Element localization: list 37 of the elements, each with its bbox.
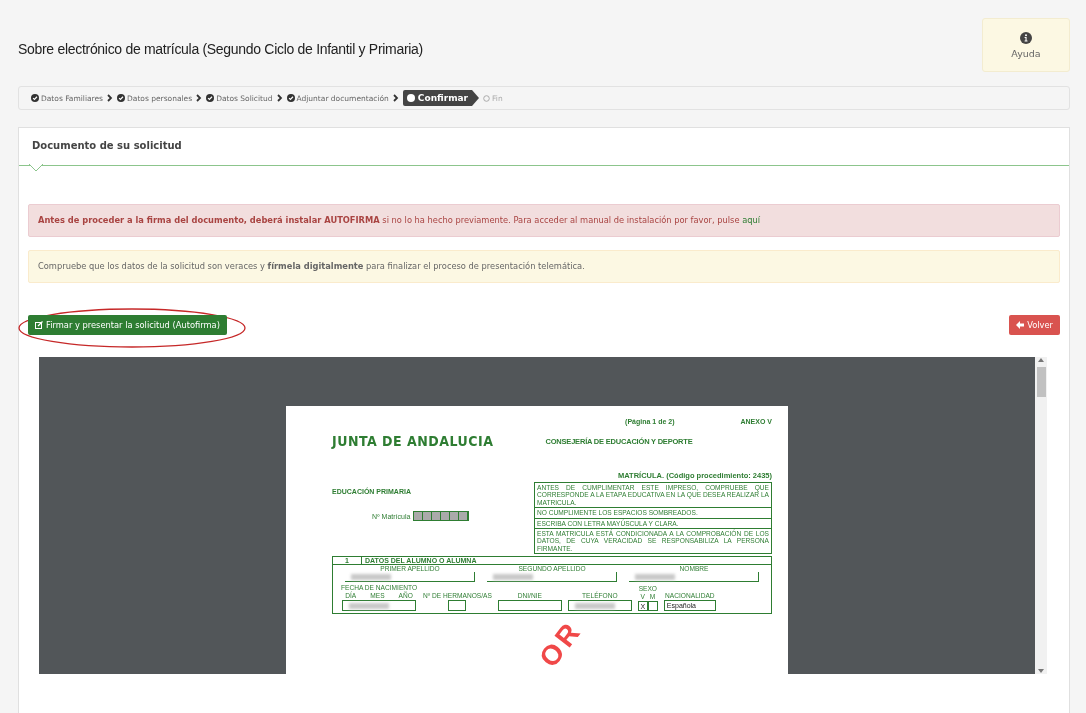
step-arrow [472, 90, 480, 106]
scroll-down-icon[interactable] [1038, 668, 1044, 674]
redacted-text [351, 573, 391, 580]
help-button[interactable]: Ayuda [982, 18, 1070, 72]
heading-pointer [29, 164, 43, 172]
info-icon [1020, 31, 1032, 44]
logo-text: JUNTA DE ANDALUCIA [332, 433, 494, 449]
redacted-text [493, 573, 533, 580]
check-circle-icon [117, 94, 125, 102]
edit-icon [35, 321, 43, 329]
info-alert: Compruebe que los datos de la solicitud son veraces y fírmela digitalmente para finalizar el proceso de presentación telemática. [28, 250, 1060, 283]
circle-icon [406, 94, 415, 102]
scrollbar[interactable] [1035, 357, 1047, 674]
arrow-left-icon [1016, 321, 1025, 329]
check-circle-icon [31, 94, 39, 102]
chevron-right-icon [107, 94, 113, 102]
check-circle-icon [286, 94, 295, 102]
chevron-right-icon [276, 94, 283, 102]
scroll-thumb[interactable] [1036, 367, 1046, 397]
shaded-boxes [413, 511, 470, 521]
page-title: Sobre electrónico de matrícula (Segundo Ciclo de Infantil y Primaria) [18, 41, 423, 57]
redacted-text [574, 602, 615, 609]
back-button[interactable]: Volver [1009, 315, 1060, 335]
sign-button[interactable]: Firmar y presentar la solicitud (Autofirma) [28, 315, 227, 335]
redacted-text [635, 573, 675, 580]
chevron-right-icon [392, 94, 399, 102]
form-field [448, 600, 467, 612]
redacted-text [349, 602, 390, 609]
chevron-right-icon [196, 94, 203, 102]
manual-link[interactable]: aquí [742, 215, 761, 225]
check-circle-icon [206, 94, 215, 102]
scroll-up-icon[interactable] [1038, 357, 1044, 363]
warning-alert: Antes de proceder a la firma del documento, deberá instalar AUTOFIRMA si no lo ha hecho previamente. Para acceder al manual de instalación por favor, pulse aquí [28, 204, 1060, 237]
panel-heading: Documento de su solicitud [19, 128, 1069, 166]
form-field [497, 600, 562, 612]
watermark-text: OR [534, 615, 588, 673]
circle-outline-icon [483, 94, 491, 102]
